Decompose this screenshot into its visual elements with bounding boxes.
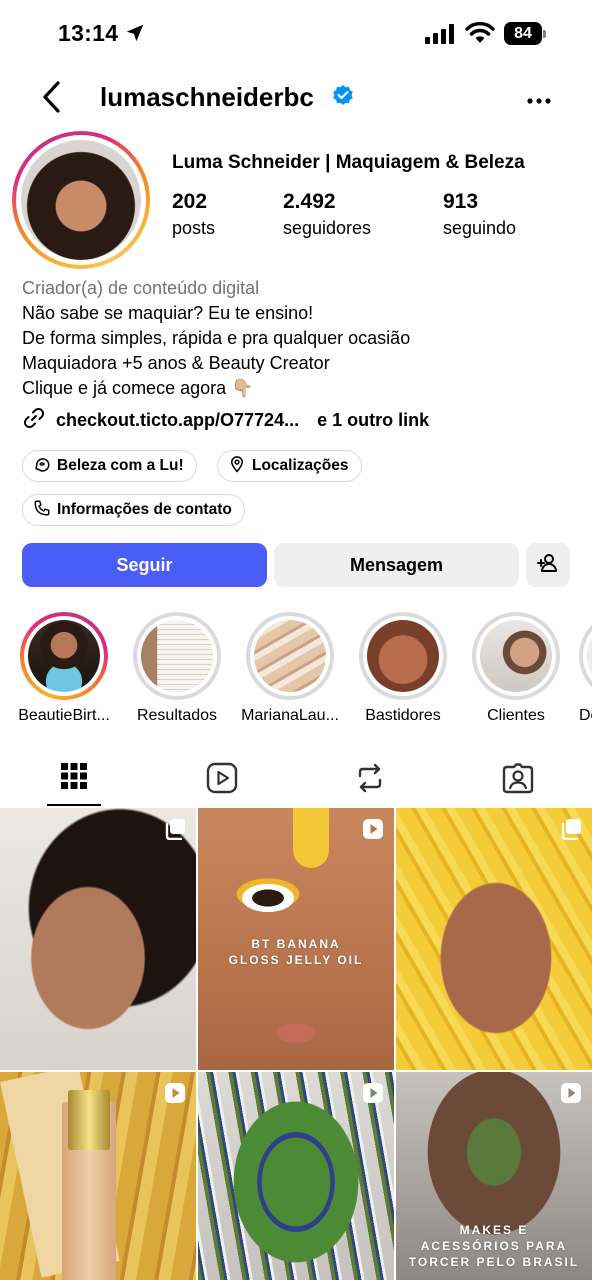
post-caption-line: MAKES E — [459, 1223, 529, 1237]
post-thumbnail[interactable] — [0, 1072, 196, 1280]
tab-posts-grid[interactable] — [0, 756, 148, 806]
profile-bio: Criador(a) de conteúdo digital Não sabe … — [22, 276, 582, 401]
stat-followers-value: 2.492 — [283, 190, 336, 213]
highlight-item[interactable]: BeautieBirt... — [14, 612, 114, 725]
highlight-cover — [141, 620, 213, 692]
status-bar: 13:14 84 — [0, 0, 592, 70]
highlight-label: Clientes — [487, 707, 545, 724]
reel-play-icon — [362, 818, 384, 845]
post-thumbnail[interactable]: BT BANANA GLOSS JELLY OIL — [198, 808, 394, 1070]
tab-reposts[interactable] — [296, 756, 444, 806]
stat-posts-label: posts — [172, 218, 216, 238]
post-caption-line: BT BANANA — [251, 937, 341, 951]
reel-play-icon — [362, 1082, 384, 1109]
highlight-label: Resultados — [136, 707, 218, 724]
highlight-cover — [480, 620, 552, 692]
profile-username: lumaschneiderbc — [100, 82, 314, 112]
cellular-signal-icon — [425, 24, 455, 49]
message-button[interactable]: Mensagem — [274, 543, 519, 587]
highlight-label: MarianaLau... — [241, 707, 339, 724]
repost-icon — [355, 762, 385, 799]
profile-link-extra[interactable]: e 1 outro link — [317, 410, 429, 431]
threads-chip[interactable]: Beleza com a Lu! — [22, 450, 197, 482]
locations-chip-label: Localizações — [252, 457, 349, 474]
location-arrow-icon — [124, 22, 146, 49]
battery-icon: 84 — [504, 22, 546, 45]
stat-posts[interactable]: 202 posts — [172, 190, 215, 239]
highlight-label: BeautieBirt... — [18, 707, 110, 724]
profile-avatar-story-ring[interactable] — [12, 131, 150, 269]
reel-play-icon — [560, 1082, 582, 1109]
highlight-item[interactable]: Resultados — [127, 612, 227, 725]
locations-chip[interactable]: Localizações — [217, 450, 362, 482]
stat-following-value: 913 — [443, 190, 479, 213]
carousel-icon — [164, 818, 186, 845]
avatar — [21, 140, 141, 260]
highlight-item[interactable]: De — [579, 612, 592, 725]
highlight-cover — [28, 620, 100, 692]
stat-posts-value: 202 — [172, 190, 208, 213]
grid-icon — [60, 762, 88, 795]
tab-tagged[interactable] — [444, 756, 592, 806]
status-time: 13:14 — [58, 20, 119, 46]
profile-category: Criador(a) de conteúdo digital — [22, 278, 260, 298]
threads-icon — [33, 455, 51, 478]
suggested-accounts-button[interactable] — [526, 543, 570, 587]
stat-following-label: seguindo — [443, 218, 517, 238]
profile-header: lumaschneiderbc — [0, 70, 592, 124]
tagged-person-icon — [502, 762, 534, 799]
highlight-cover — [367, 620, 439, 692]
tab-reels[interactable] — [148, 756, 296, 806]
phone-icon — [33, 499, 51, 522]
add-person-icon — [536, 551, 560, 580]
highlight-item[interactable]: MarianaLau... — [240, 612, 340, 725]
post-caption: MAKES E ACESSÓRIOS PARA TORCER PELO BRAS… — [396, 1222, 592, 1270]
profile-links[interactable]: checkout.ticto.app/O77724... e 1 outro l… — [22, 406, 429, 435]
highlight-item[interactable]: Bastidores — [353, 612, 453, 725]
verified-badge-icon — [331, 84, 355, 113]
bio-line: Não sabe se maquiar? Eu te ensino! — [22, 303, 314, 323]
highlight-item[interactable]: Clientes — [466, 612, 566, 725]
contact-info-chip[interactable]: Informações de contato — [22, 494, 245, 526]
back-chevron-icon[interactable] — [38, 80, 66, 119]
post-caption-line: TORCER PELO BRASIL — [408, 1255, 580, 1269]
more-options-icon[interactable] — [526, 92, 552, 110]
wifi-icon — [465, 21, 495, 50]
bio-line: Clique e já comece agora 👇🏼 — [22, 378, 254, 398]
post-thumbnail[interactable] — [396, 808, 592, 1070]
reel-play-icon — [164, 1082, 186, 1109]
battery-level: 84 — [504, 22, 542, 45]
stat-followers-label: seguidores — [283, 218, 372, 238]
highlight-label: Bastidores — [365, 707, 441, 724]
carousel-icon — [560, 818, 582, 845]
posts-grid: BT BANANA GLOSS JELLY OIL MAKES E ACESSÓ… — [0, 808, 592, 1280]
follow-button[interactable]: Seguir — [22, 543, 267, 587]
highlight-label: De — [579, 707, 592, 724]
post-thumbnail[interactable] — [0, 808, 196, 1070]
profile-full-name: Luma Schneider | Maquiagem & Beleza — [172, 152, 525, 173]
stat-following[interactable]: 913 seguindo — [443, 190, 516, 239]
bio-line: Maquiadora +5 anos & Beauty Creator — [22, 353, 330, 373]
reels-play-icon — [206, 762, 238, 799]
stat-followers[interactable]: 2.492 seguidores — [283, 190, 371, 239]
post-caption-line: ACESSÓRIOS PARA — [420, 1239, 568, 1253]
contact-info-chip-label: Informações de contato — [57, 501, 232, 518]
link-icon — [22, 406, 46, 435]
post-caption: BT BANANA GLOSS JELLY OIL — [198, 936, 394, 968]
bio-line: De forma simples, rápida e pra qualquer … — [22, 328, 411, 348]
highlight-cover — [254, 620, 326, 692]
post-thumbnail[interactable]: MAKES E ACESSÓRIOS PARA TORCER PELO BRAS… — [396, 1072, 592, 1280]
post-thumbnail[interactable] — [198, 1072, 394, 1280]
location-pin-icon — [228, 455, 246, 478]
profile-link-text[interactable]: checkout.ticto.app/O77724... — [56, 410, 299, 431]
threads-chip-label: Beleza com a Lu! — [57, 457, 184, 474]
post-caption-line: GLOSS JELLY OIL — [228, 953, 364, 967]
